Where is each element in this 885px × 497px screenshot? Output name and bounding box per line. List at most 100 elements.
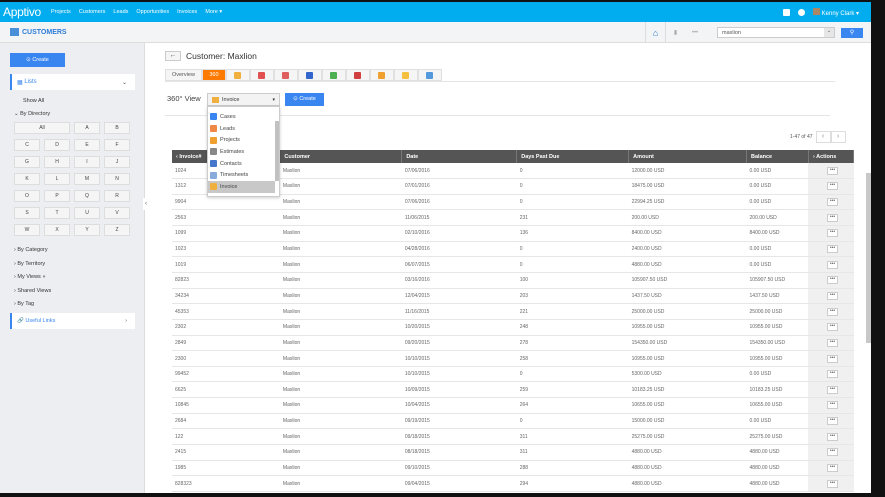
show-all-link[interactable]: Show All xyxy=(23,98,44,104)
row-actions-button[interactable]: ••• xyxy=(826,479,838,488)
nav-link-5[interactable]: More ▾ xyxy=(205,9,222,15)
row-actions-button[interactable]: ••• xyxy=(826,432,838,441)
column-header-6[interactable]: › Actions xyxy=(808,150,855,163)
more-button[interactable]: ••• xyxy=(685,22,705,43)
directory-letter-c[interactable]: C xyxy=(14,139,40,151)
directory-letter-y[interactable]: Y xyxy=(74,224,100,236)
lists-dropdown[interactable]: ▦ Lists ⌄ xyxy=(10,74,135,90)
sidebar-section[interactable]: › Shared Views xyxy=(14,288,51,294)
table-row[interactable]: 122 Maxlion 09/18/2015 311 25275.00 USD 25275… xyxy=(172,428,854,446)
tab-phone[interactable] xyxy=(345,69,370,81)
table-row[interactable]: 1023 Maxlion 04/28/2016 0 2400.00 USD 0.00 US… xyxy=(172,241,854,258)
table-row[interactable]: 828323 Maxlion 09/04/2015 294 4880.00 USD 488… xyxy=(172,475,854,492)
home-button[interactable]: ⌂ xyxy=(645,22,665,43)
tab-mail[interactable] xyxy=(369,69,394,81)
row-actions-button[interactable]: ••• xyxy=(826,323,838,332)
directory-letter-h[interactable]: H xyxy=(44,156,70,168)
row-actions-button[interactable]: ••• xyxy=(826,213,838,222)
column-header-1[interactable]: Customer xyxy=(279,150,403,163)
directory-letter-e[interactable]: E xyxy=(74,139,100,151)
search-input[interactable]: maxlion ⌄ xyxy=(717,27,835,38)
sidebar-section[interactable]: › By Tag xyxy=(14,301,34,307)
row-actions-button[interactable]: ••• xyxy=(826,354,838,363)
user-menu[interactable]: Kenny Clark ▾ xyxy=(812,7,859,17)
row-actions-button[interactable]: ••• xyxy=(826,198,838,207)
table-row[interactable]: 99452 Maxlion 10/10/2015 0 5300.00 USD 0.00 U… xyxy=(172,366,854,383)
tab-overview[interactable]: Overview xyxy=(165,69,202,81)
apptivo-logo[interactable]: Apptivo xyxy=(3,5,41,19)
directory-letter-l[interactable]: L xyxy=(44,173,70,185)
menu-item-timesheets[interactable]: Timesheets xyxy=(208,169,275,181)
chart-button[interactable]: ▮ xyxy=(665,22,685,43)
prev-page-button[interactable]: ‹ xyxy=(815,131,831,143)
directory-letter-t[interactable]: T xyxy=(44,207,70,219)
directory-letter-w[interactable]: W xyxy=(14,224,40,236)
tab-note[interactable] xyxy=(393,69,418,81)
directory-letter-m[interactable]: M xyxy=(74,173,100,185)
directory-letter-all[interactable]: All xyxy=(14,122,70,134)
tools-icon[interactable] xyxy=(797,8,805,16)
directory-letter-z[interactable]: Z xyxy=(104,224,130,236)
directory-letter-i[interactable]: I xyxy=(74,156,100,168)
row-actions-button[interactable]: ••• xyxy=(826,307,838,316)
directory-letter-r[interactable]: R xyxy=(104,190,130,202)
table-row[interactable]: 10845 Maxlion 10/04/2015 264 10655.00 USD 106… xyxy=(172,397,854,414)
tab-crown[interactable] xyxy=(225,69,250,81)
sidebar-section[interactable]: › By Category xyxy=(14,247,48,253)
directory-letter-v[interactable]: V xyxy=(104,207,130,219)
directory-letter-k[interactable]: K xyxy=(14,173,40,185)
scrollbar[interactable] xyxy=(275,121,279,181)
tab-card[interactable] xyxy=(249,69,274,81)
directory-letter-s[interactable]: S xyxy=(14,207,40,219)
nav-link-0[interactable]: Projects xyxy=(51,9,71,15)
table-row[interactable]: 2415 Maxlion 08/18/2015 311 4880.00 USD 4880.… xyxy=(172,444,854,461)
row-actions-button[interactable]: ••• xyxy=(826,463,838,472)
store-icon[interactable] xyxy=(782,8,790,16)
table-row[interactable]: 45353 Maxlion 11/16/2015 221 25000.00 USD 250… xyxy=(172,303,854,320)
directory-letter-a[interactable]: A xyxy=(74,122,100,134)
tab-360[interactable]: 360 xyxy=(201,69,226,81)
row-actions-button[interactable]: ••• xyxy=(826,370,838,379)
table-row[interactable]: 1985 Maxlion 09/10/2015 288 4880.00 USD 4880.… xyxy=(172,460,854,477)
search-button[interactable]: ⚲ xyxy=(841,27,863,38)
directory-letter-o[interactable]: O xyxy=(14,190,40,202)
chevron-down-icon[interactable]: ⌄ xyxy=(824,28,834,37)
row-actions-button[interactable]: ••• xyxy=(826,166,838,175)
table-row[interactable]: 2300 Maxlion 10/10/2015 258 10955.00 USD 1095… xyxy=(172,350,854,367)
column-header-4[interactable]: Amount xyxy=(628,150,748,163)
menu-item-contacts[interactable]: Contacts xyxy=(208,158,275,170)
create-button[interactable]: ⊙ Create xyxy=(10,53,65,67)
table-row[interactable]: 2684 Maxlion 09/19/2015 0 15000.00 USD 0.00 U… xyxy=(172,413,854,430)
row-actions-button[interactable]: ••• xyxy=(826,417,838,426)
next-page-button[interactable]: › xyxy=(830,131,846,143)
nav-link-2[interactable]: Leads xyxy=(113,9,128,15)
menu-item-projects[interactable]: Projects xyxy=(208,134,275,146)
table-row[interactable]: 6625 Maxlion 10/09/2015 259 10183.25 USD 1018… xyxy=(172,381,854,399)
row-actions-button[interactable]: ••• xyxy=(826,385,838,394)
directory-letter-d[interactable]: D xyxy=(44,139,70,151)
table-row[interactable]: 34234 Maxlion 12/04/2015 203 1437.50 USD 1437… xyxy=(172,288,854,305)
column-header-5[interactable]: Balance xyxy=(746,150,809,163)
directory-letter-q[interactable]: Q xyxy=(74,190,100,202)
sidebar-section[interactable]: › By Territory xyxy=(14,261,45,267)
row-actions-button[interactable]: ••• xyxy=(826,182,838,191)
table-row[interactable]: 2302 Maxlion 10/20/2015 248 10955.00 USD 1095… xyxy=(172,319,854,336)
tab-attachment[interactable] xyxy=(417,69,442,81)
directory-letter-b[interactable]: B xyxy=(104,122,130,134)
nav-link-4[interactable]: Invoices xyxy=(177,9,197,15)
tab-pin[interactable] xyxy=(297,69,322,81)
directory-letter-p[interactable]: P xyxy=(44,190,70,202)
nav-link-1[interactable]: Customers xyxy=(79,9,106,15)
row-actions-button[interactable]: ••• xyxy=(826,291,838,300)
directory-letter-x[interactable]: X xyxy=(44,224,70,236)
row-actions-button[interactable]: ••• xyxy=(826,448,838,457)
table-row[interactable]: 82823 Maxlion 03/16/2016 100 105907.50 USD 10… xyxy=(172,272,854,289)
row-actions-button[interactable]: ••• xyxy=(826,338,838,347)
menu-item-leads[interactable]: Leads xyxy=(208,123,275,135)
row-actions-button[interactable]: ••• xyxy=(826,260,838,269)
row-actions-button[interactable]: ••• xyxy=(826,401,838,410)
back-button[interactable]: ← xyxy=(165,51,181,61)
page-scrollbar[interactable] xyxy=(866,173,871,343)
menu-item-cases[interactable]: Cases xyxy=(208,111,275,123)
by-directory-toggle[interactable]: ⌄ By Directory xyxy=(14,111,50,117)
